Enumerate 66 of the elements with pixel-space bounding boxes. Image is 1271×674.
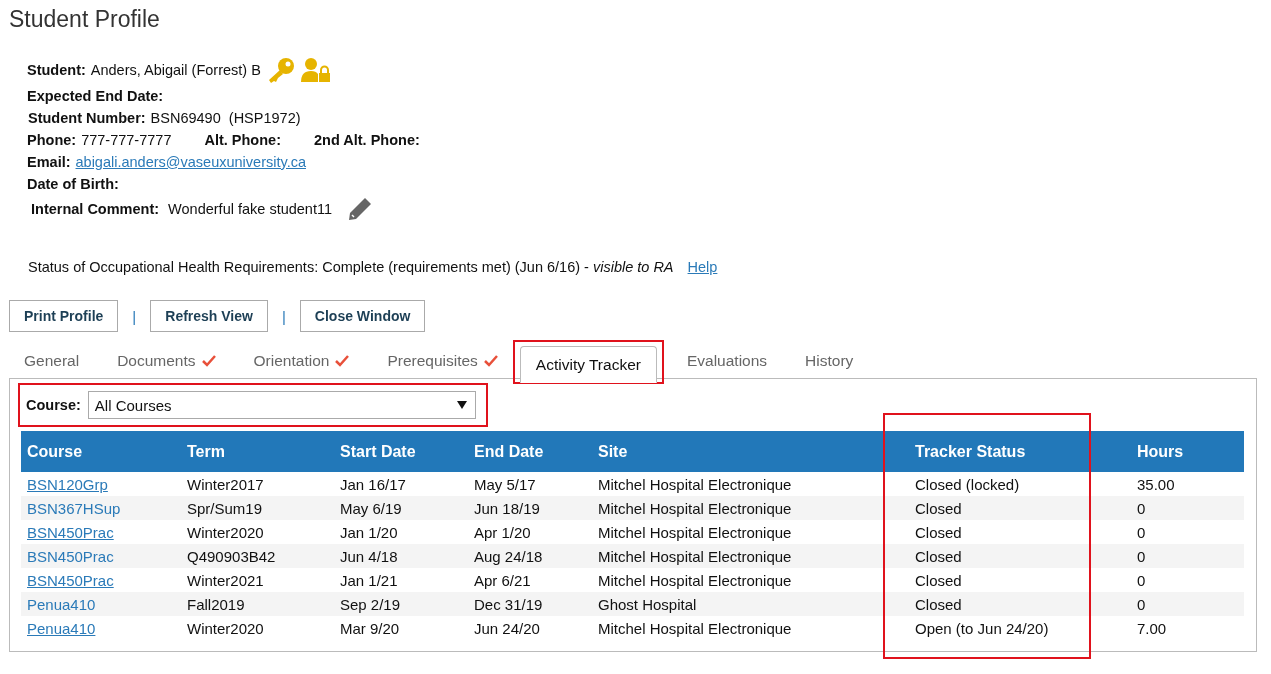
table-cell: 0 [1131,544,1244,568]
column-header: Site [592,431,909,472]
tab[interactable]: Orientation [238,343,365,378]
dropdown-arrow-icon [457,401,467,409]
field-value: 777-777-7777 [81,131,172,148]
table-cell: 0 [1131,496,1244,520]
page-title: Student Profile [9,6,161,33]
table-cell: Mitchel Hospital Electronique [592,496,909,520]
table-cell: Mitchel Hospital Electronique [592,544,909,568]
check-icon [335,355,350,367]
table-cell: Closed [909,544,1131,568]
field-label: Alt. Phone: [204,131,281,148]
column-header: Hours [1131,431,1244,472]
table-cell: Fall2019 [181,592,334,616]
field-label: Phone: [27,131,77,148]
field-value: BSN69490 (HSP1972) [150,109,301,126]
course-link[interactable]: BSN450Prac [27,571,114,589]
pencil-icon[interactable] [347,196,373,222]
course-link[interactable]: BSN120Grp [27,475,108,493]
field-label: Course: [26,397,81,413]
column-header: End Date [468,431,592,472]
table-cell: Closed [909,496,1131,520]
tab[interactable]: Prerequisites [372,343,513,378]
column-header: Tracker Status [909,431,1131,472]
user-lock-icon [300,58,331,82]
action-button[interactable]: Print Profile [9,300,119,332]
table-cell: 0 [1131,592,1244,616]
table-cell: Ghost Hospital [592,592,909,616]
tab[interactable]: General [9,343,95,378]
separator: | [132,307,137,325]
table-cell: Q490903B42 [181,544,334,568]
table-cell: Dec 31/19 [468,592,592,616]
field-label: Expected End Date: [27,87,164,104]
field-label: Student Number: [28,109,146,126]
field-label: Internal Comment: [31,201,160,217]
action-button[interactable]: Close Window [299,300,426,332]
help-link[interactable]: Help [687,259,718,275]
table-cell: Spr/Sum19 [181,496,334,520]
table-cell: Closed [909,592,1131,616]
column-header: Term [181,431,334,472]
field-label: Date of Birth: [27,175,119,192]
table-cell: Sep 2/19 [334,592,468,616]
table-cell: Jun 18/19 [468,496,592,520]
column-header: Start Date [334,431,468,472]
field-label: Student: [27,62,86,78]
field-label: 2nd Alt. Phone: [314,131,420,148]
course-link[interactable]: Penua410 [27,619,96,637]
course-link[interactable]: BSN450Prac [27,523,114,541]
table-cell: Aug 24/18 [468,544,592,568]
check-icon [201,355,216,367]
action-button[interactable]: Refresh View [150,300,268,332]
course-select[interactable]: All Courses [87,391,476,419]
tab[interactable]: Evaluations [671,343,783,378]
field-value: Anders, Abigail (Forrest) B [90,62,261,78]
separator: | [281,307,286,325]
tab[interactable]: History [790,343,869,378]
check-icon [483,355,498,367]
health-status-text: Status of Occupational Health Requirements: Complete (requirements met) (Jun 6/16) - visible to RA [28,259,674,275]
field-label: Email: [27,153,71,170]
email-link[interactable]: abigali.anders@vaseuxuniversity.ca [75,153,306,170]
table-cell: May 6/19 [334,496,468,520]
table-cell: Jun 4/18 [334,544,468,568]
tab[interactable]: Documents [102,343,231,378]
column-header: Course [21,431,181,472]
field-value: Wonderful fake student11 [168,201,332,217]
tab[interactable]: Activity Tracker [519,346,657,383]
